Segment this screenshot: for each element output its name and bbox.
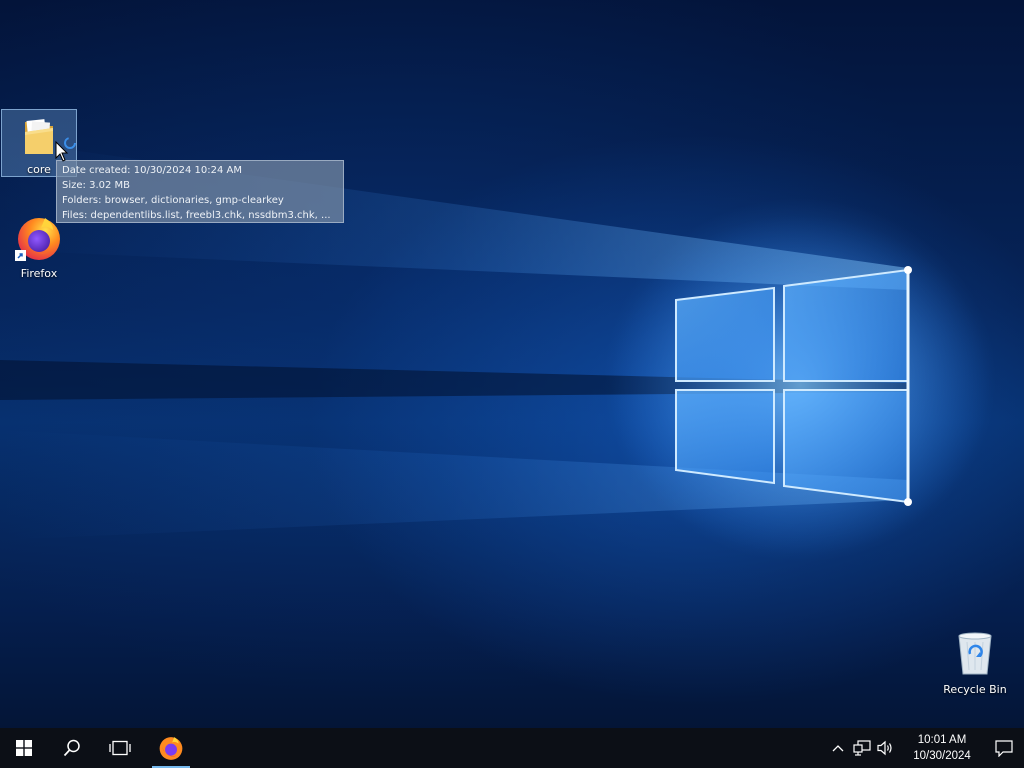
folder-icon [25, 119, 53, 154]
mouse-cursor-icon [55, 141, 69, 162]
windows-start-icon [16, 740, 32, 756]
firefox-taskbar-button[interactable] [146, 728, 196, 768]
volume-button[interactable] [874, 728, 898, 768]
network-button[interactable] [850, 728, 874, 768]
system-tray: 10:01 AM 10/30/2024 [826, 728, 1024, 768]
task-view-button[interactable] [96, 728, 144, 768]
network-icon [853, 740, 871, 756]
folder-info-tooltip: Date created: 10/30/2024 10:24 AM Size: … [56, 160, 344, 223]
clock-date: 10/30/2024 [913, 750, 971, 762]
desktop-icon-label: Recycle Bin [943, 683, 1007, 696]
chevron-up-icon [832, 745, 844, 752]
search-button[interactable] [48, 728, 96, 768]
firefox-icon [159, 737, 183, 760]
desktop-icon-recycle-bin[interactable]: Recycle Bin [936, 630, 1014, 696]
notification-icon [995, 739, 1013, 757]
start-button[interactable] [0, 728, 48, 768]
shortcut-arrow-icon [15, 250, 26, 261]
action-center-button[interactable] [984, 728, 1024, 768]
desktop-icon-firefox[interactable]: Firefox [1, 214, 77, 280]
wallpaper [0, 140, 990, 555]
clock-time: 10:01 AM [917, 734, 967, 746]
task-view-icon [109, 740, 131, 756]
desktop[interactable]: core Firefox Recycle Bin Date created: 1… [0, 0, 1024, 768]
tooltip-folders: Folders: browser, dictionaries, gmp-clea… [62, 195, 284, 206]
volume-icon [877, 740, 892, 756]
taskbar-clock[interactable]: 10:01 AM 10/30/2024 [904, 728, 980, 768]
tooltip-date-created: Date created: 10/30/2024 10:24 AM [62, 165, 242, 176]
tooltip-size: Size: 3.02 MB [62, 180, 131, 191]
search-icon [63, 739, 80, 757]
desktop-icon-label: Firefox [20, 267, 58, 280]
taskbar: 10:01 AM 10/30/2024 [0, 728, 1024, 768]
show-hidden-icons-button[interactable] [826, 728, 850, 768]
tooltip-files: Files: dependentlibs.list, freebl3.chk, … [62, 210, 331, 221]
recycle-bin-icon [958, 632, 992, 675]
